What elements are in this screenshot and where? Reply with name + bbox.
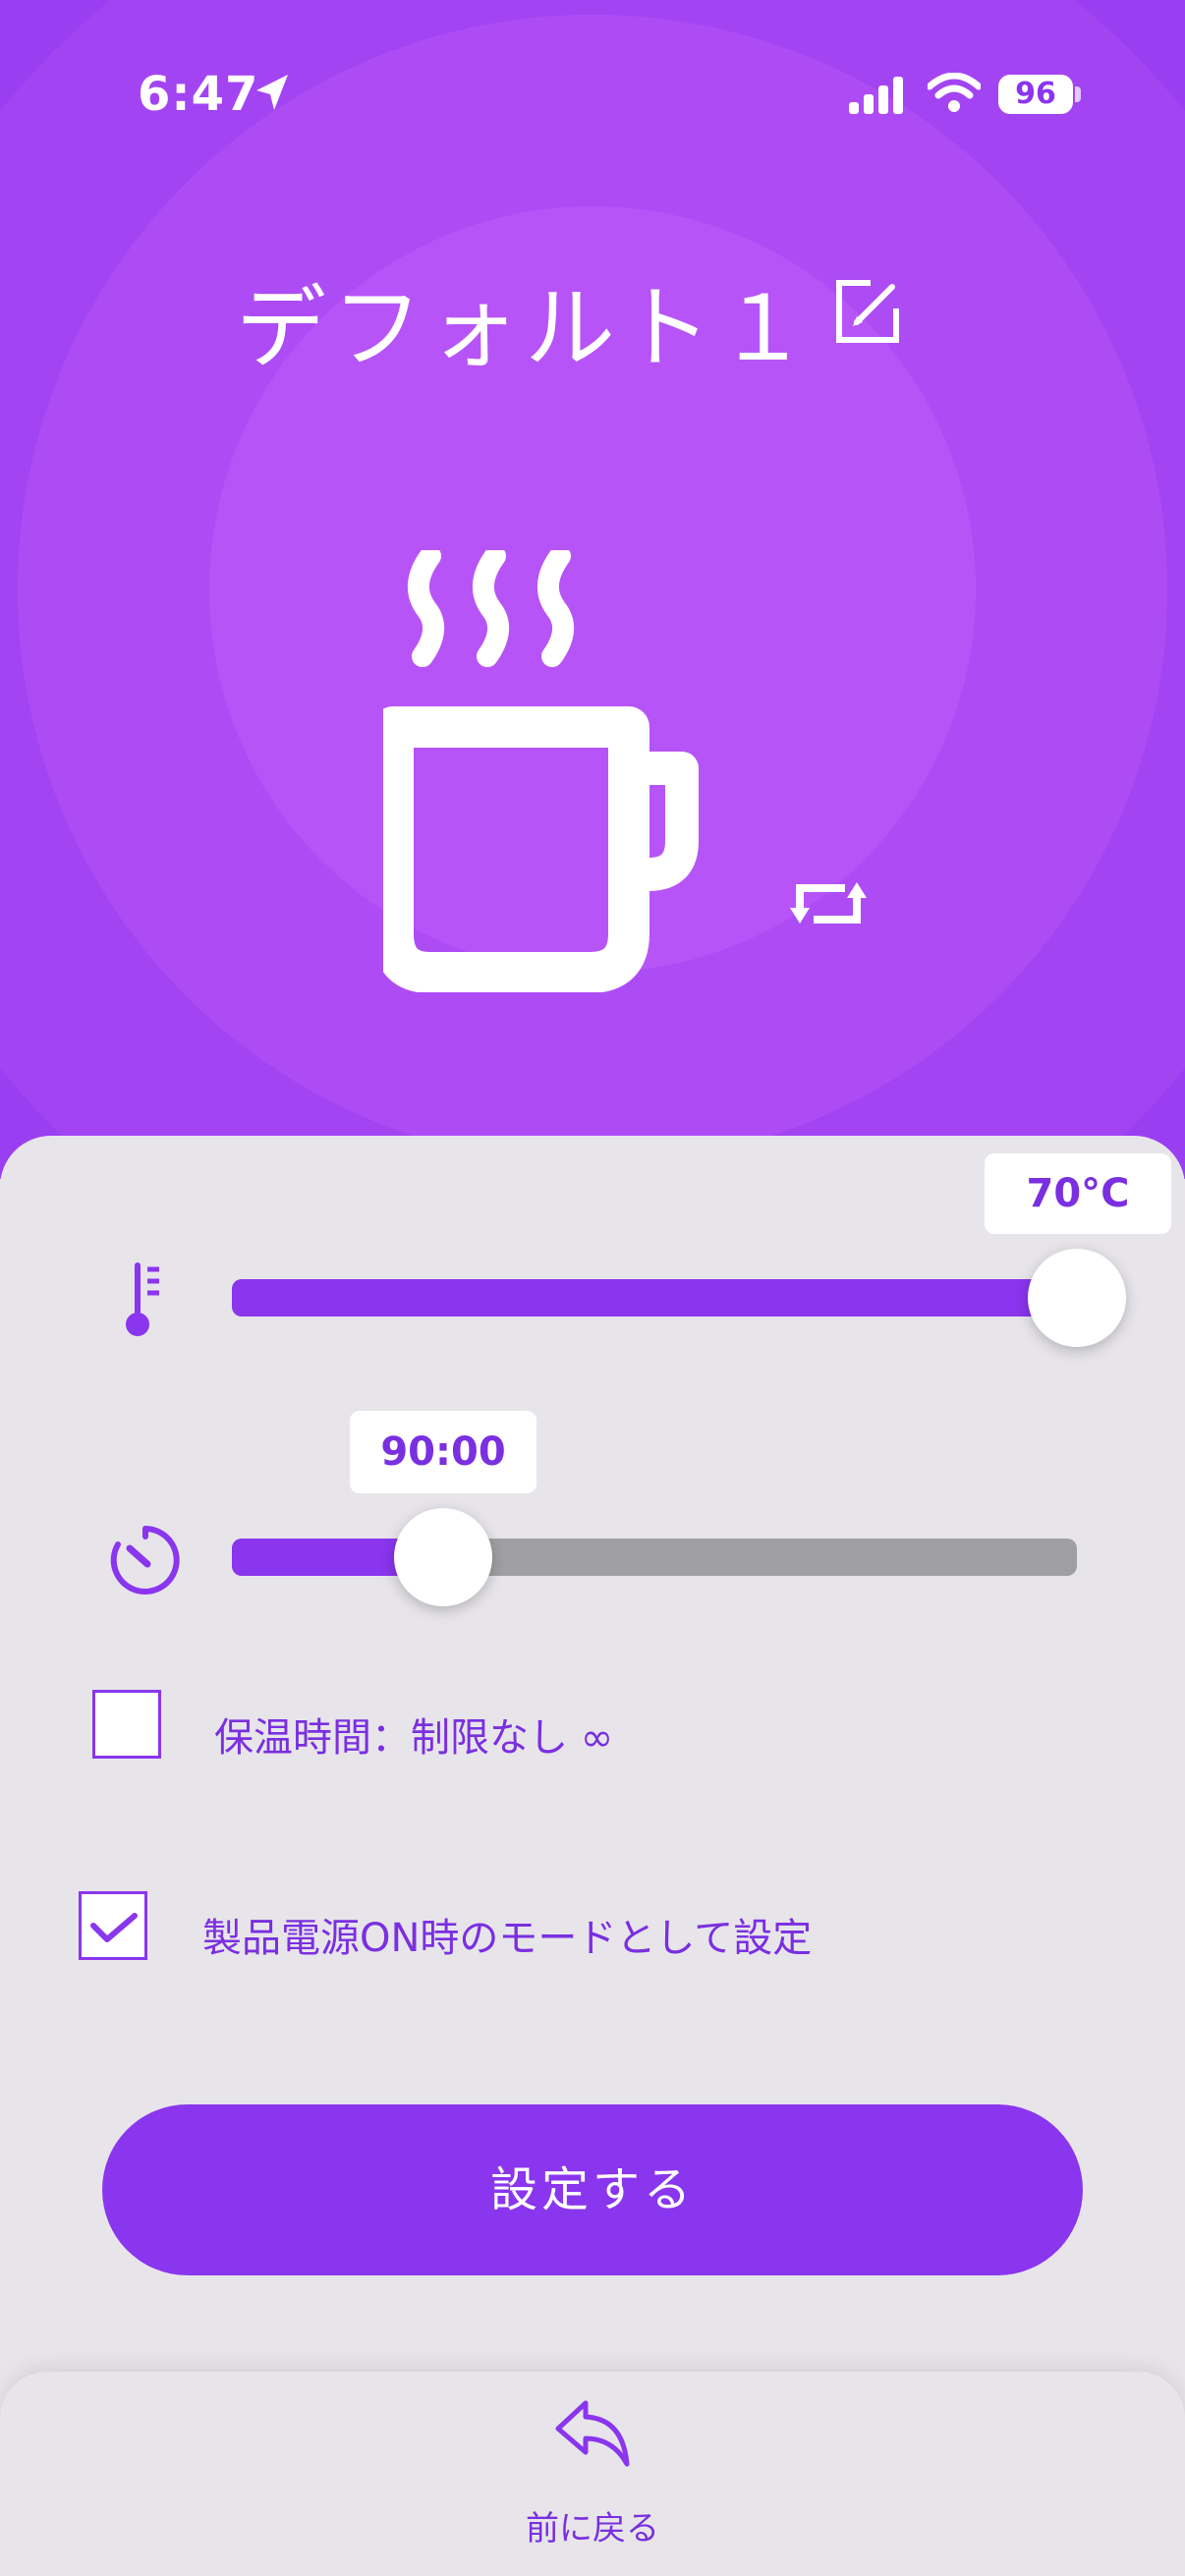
settings-panel [0,1136,1185,2576]
timer-icon [110,1526,180,1595]
unlimited-keep-warm-label: 保温時間：制限なし ∞ [214,1715,614,1761]
battery-level: 96 [998,75,1073,114]
wifi-icon [928,73,981,112]
thermometer-icon [126,1262,159,1336]
location-arrow-icon [256,75,288,110]
checkmark-icon [90,1913,138,1942]
mode-title: デフォルト１ [236,276,815,381]
temperature-slider-track[interactable] [232,1279,1077,1316]
timer-value-bubble: 90:00 [350,1411,536,1493]
set-button[interactable]: 設定する [102,2104,1083,2275]
temperature-slider-thumb[interactable] [1028,1249,1126,1347]
back-label[interactable]: 前に戻る [0,2501,1185,2549]
swap-icon[interactable] [786,859,875,947]
hot-drink-icon [383,550,699,992]
temperature-slider-fill [232,1279,1077,1316]
timer-slider-thumb[interactable] [394,1508,492,1606]
cellular-signal-icon [849,77,903,114]
power-on-mode-label: 製品電源ON時のモードとして設定 [202,1916,813,1961]
back-arrow-icon[interactable] [552,2393,633,2474]
power-on-mode-checkbox[interactable] [79,1891,147,1960]
status-time: 6:47 [138,67,259,122]
temperature-value-bubble: 70°C [985,1153,1171,1234]
timer-slider-track[interactable] [232,1539,1077,1576]
unlimited-keep-warm-checkbox[interactable] [92,1690,161,1759]
edit-icon[interactable] [833,277,902,346]
battery-nub [1075,86,1081,102]
